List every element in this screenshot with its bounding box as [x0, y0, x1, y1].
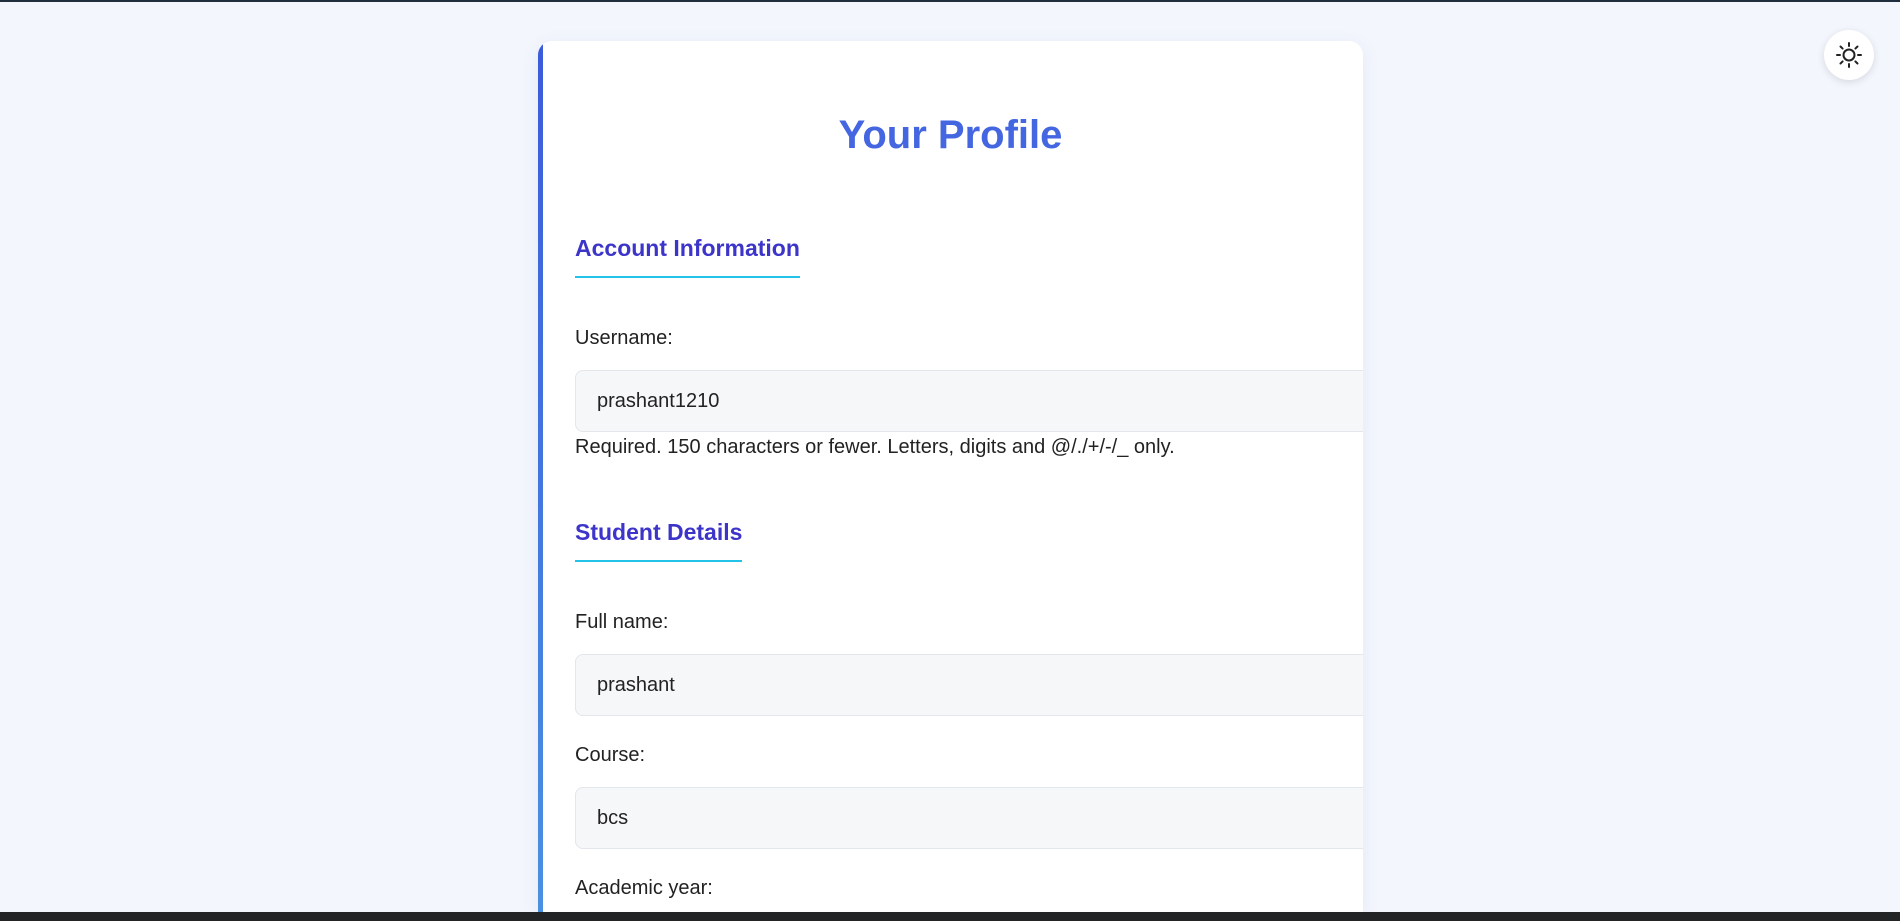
- sun-icon: [1836, 42, 1862, 68]
- taskbar-strip: [0, 912, 1900, 921]
- theme-toggle-button[interactable]: [1824, 30, 1874, 80]
- profile-card: Your Profile Account Information Usernam…: [538, 41, 1363, 912]
- card-accent-bar: [538, 41, 543, 912]
- username-help-text: Required. 150 characters or fewer. Lette…: [575, 436, 1175, 458]
- account-section-title: Account Information: [575, 235, 800, 278]
- student-section-title: Student Details: [575, 519, 743, 562]
- fullname-label: Full name:: [575, 611, 669, 633]
- course-input[interactable]: [575, 787, 1363, 849]
- fullname-input[interactable]: [575, 654, 1363, 716]
- page-title: Your Profile: [838, 113, 1063, 157]
- course-label: Course:: [575, 744, 646, 766]
- window-top-border: [0, 0, 1900, 2]
- username-input[interactable]: [575, 370, 1363, 432]
- academic-year-label: Academic year:: [575, 877, 713, 899]
- username-label: Username:: [575, 327, 673, 349]
